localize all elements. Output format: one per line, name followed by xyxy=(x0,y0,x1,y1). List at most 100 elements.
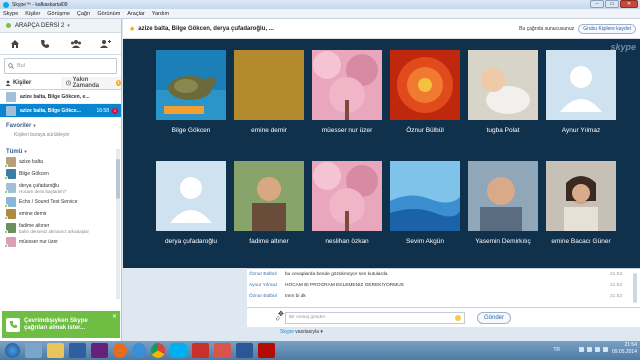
conversation-header: ★ azize balta, Bilge Gökcen, derya çufad… xyxy=(123,19,640,39)
participant-video-tile[interactable] xyxy=(546,50,616,120)
firefox-icon[interactable] xyxy=(113,343,127,358)
chrome-icon[interactable] xyxy=(151,343,165,358)
participant-avatar xyxy=(156,161,226,231)
tray-icon[interactable] xyxy=(587,347,592,352)
menu-call[interactable]: Çağrı xyxy=(77,11,90,17)
participant-name: fadime altıner xyxy=(249,238,289,245)
language-indicator[interactable]: TR xyxy=(553,347,560,353)
close-button[interactable]: ✕ xyxy=(620,0,638,8)
save-group-button[interactable]: Grubu Kişilere kaydet xyxy=(578,23,636,34)
favorites-header[interactable]: Favoriler ▾ xyxy=(0,118,121,130)
participant-avatar xyxy=(390,161,460,231)
participant-name: Öznur Bülbül xyxy=(406,127,444,134)
tab-recent[interactable]: Yakın Zamanda 1 xyxy=(60,77,122,89)
compose-bar: Bir mesaj gönder Gönder xyxy=(247,307,640,327)
contact-item[interactable]: müesser nur üzer xyxy=(0,236,121,248)
contact-item[interactable]: derya çufadaroğlu Hocam dersi başladım? xyxy=(0,180,121,196)
add-contact-button[interactable] xyxy=(99,37,113,51)
skype-taskbar-icon[interactable] xyxy=(170,343,187,358)
participant-video-tile[interactable] xyxy=(312,161,382,231)
contact-item[interactable]: Echo / Sound Test Service xyxy=(0,196,121,208)
conversation-title: azize balta, Bilge Gökcen, derya çufadar… xyxy=(138,25,274,32)
presence-icon xyxy=(4,204,8,208)
group-name: ARAPÇA DERSİ 2 xyxy=(15,22,65,29)
participant-video-tile[interactable] xyxy=(390,50,460,120)
contact-item[interactable]: azize balta xyxy=(0,156,121,168)
tray-icon[interactable] xyxy=(595,347,600,352)
minimize-button[interactable]: – xyxy=(590,0,604,8)
participant-video-tile[interactable] xyxy=(468,161,538,231)
contact-item[interactable]: Bilge Gökcen xyxy=(0,168,121,180)
tab-contacts[interactable]: Kişiler xyxy=(0,77,61,89)
tray-icon[interactable] xyxy=(603,347,608,352)
recent-count-badge: 1 xyxy=(115,80,122,86)
menu-view[interactable]: Görünüm xyxy=(97,11,120,17)
contact-mood: bahri derseniz akmamız arkadaşlar xyxy=(19,228,90,234)
menu-conversation[interactable]: Görüşme xyxy=(47,11,70,17)
title-bar: Skype™ - kafkaskartal09 – ▭ ✕ xyxy=(0,0,640,9)
visual-studio-icon[interactable] xyxy=(91,343,108,358)
participant-avatar xyxy=(156,50,226,120)
clock[interactable]: 21:54 09.05.2014 xyxy=(612,342,637,356)
contact-name: Echo / Sound Test Service xyxy=(19,199,78,205)
tab-recent-label: Yakın Zamanda xyxy=(72,77,99,89)
contact-item[interactable]: fadime altıner bahri derseniz akmamız ark… xyxy=(0,220,121,236)
current-group[interactable]: ARAPÇA DERSİ 2 ▾ xyxy=(0,19,121,33)
tray-icon[interactable] xyxy=(579,347,584,352)
pdf-icon[interactable] xyxy=(192,343,209,358)
close-icon[interactable]: ✕ xyxy=(112,313,117,320)
offline-calls-promo[interactable]: Çevrimdışıyken Skype çağrıları almak ist… xyxy=(2,311,120,338)
tab-contacts-label: Kişiler xyxy=(13,80,32,86)
internet-explorer-icon[interactable] xyxy=(132,343,146,358)
emoticon-icon[interactable] xyxy=(455,314,461,321)
menu-tools[interactable]: Araçlar xyxy=(127,11,144,17)
contact-item[interactable]: emine demir xyxy=(0,208,121,220)
media-player-icon[interactable] xyxy=(69,343,86,358)
group-icon xyxy=(70,39,81,48)
app-icon[interactable] xyxy=(214,343,231,358)
home-button[interactable] xyxy=(8,37,22,51)
send-via[interactable]: Skype vasıtasıyla ▾ xyxy=(280,329,323,335)
participant-video-tile[interactable] xyxy=(546,161,616,231)
participant-video-tile[interactable] xyxy=(312,50,382,120)
sidebar-tabs: Kişiler Yakın Zamanda 1 xyxy=(0,77,122,90)
menu-skype[interactable]: Skype xyxy=(3,11,18,17)
folder-icon[interactable] xyxy=(47,343,64,358)
call-phones-button[interactable] xyxy=(38,37,52,51)
recent-item[interactable]: azize balta, Bilge Gökcen, e... xyxy=(0,90,121,104)
recent-item-selected[interactable]: azize balta, Bilge Gökce... 16:58 2 xyxy=(0,104,121,118)
message-sender[interactable]: Aynur Yılmaz xyxy=(249,283,285,288)
message-sender[interactable]: Öznur Bülbül xyxy=(249,294,285,299)
all-contacts-header[interactable]: Tümü ▾ xyxy=(0,144,121,156)
message-input[interactable]: Bir mesaj gönder xyxy=(285,311,465,324)
message-sender[interactable]: Öznur Bülbül xyxy=(249,272,285,277)
menu-contacts[interactable]: Kişiler xyxy=(25,11,40,17)
message-text: bu cevaplarda bende gözükmüyor sen kutul… xyxy=(285,272,388,277)
participant-name: müesser nur üzer xyxy=(321,127,373,134)
create-group-button[interactable] xyxy=(69,37,83,51)
participant-video-tile[interactable] xyxy=(156,161,226,231)
chat-log: Öznur Bülbül bu cevaplarda bende gözükmü… xyxy=(247,268,640,307)
send-button[interactable]: Gönder xyxy=(477,311,512,324)
participant-video-tile[interactable] xyxy=(156,50,226,120)
participant-video-tile[interactable] xyxy=(390,161,460,231)
star-icon[interactable]: ★ xyxy=(129,25,135,33)
explorer-icon[interactable] xyxy=(25,343,42,358)
search-box[interactable]: Bul xyxy=(4,58,117,74)
participant-video-tile[interactable] xyxy=(234,50,304,120)
menu-help[interactable]: Yardım xyxy=(152,11,169,17)
word-icon[interactable] xyxy=(236,343,253,358)
acrobat-icon[interactable] xyxy=(258,343,275,358)
scrollbar-thumb[interactable] xyxy=(116,159,120,199)
chat-message: Öznur Bülbül bu cevaplarda bende gözükmü… xyxy=(247,269,640,280)
chat-scrollbar[interactable] xyxy=(633,273,637,303)
participant-avatar xyxy=(546,50,616,120)
participant-avatar xyxy=(312,50,382,120)
taskbar: TR 21:54 09.05.2014 xyxy=(0,341,640,360)
window-title: Skype™ - kafkaskartal09 xyxy=(12,1,68,8)
maximize-button[interactable]: ▭ xyxy=(605,0,619,8)
participant-video-tile[interactable] xyxy=(234,161,304,231)
sidebar-scrollbar[interactable] xyxy=(116,149,120,299)
participant-video-tile[interactable] xyxy=(468,50,538,120)
start-button[interactable] xyxy=(5,343,20,358)
